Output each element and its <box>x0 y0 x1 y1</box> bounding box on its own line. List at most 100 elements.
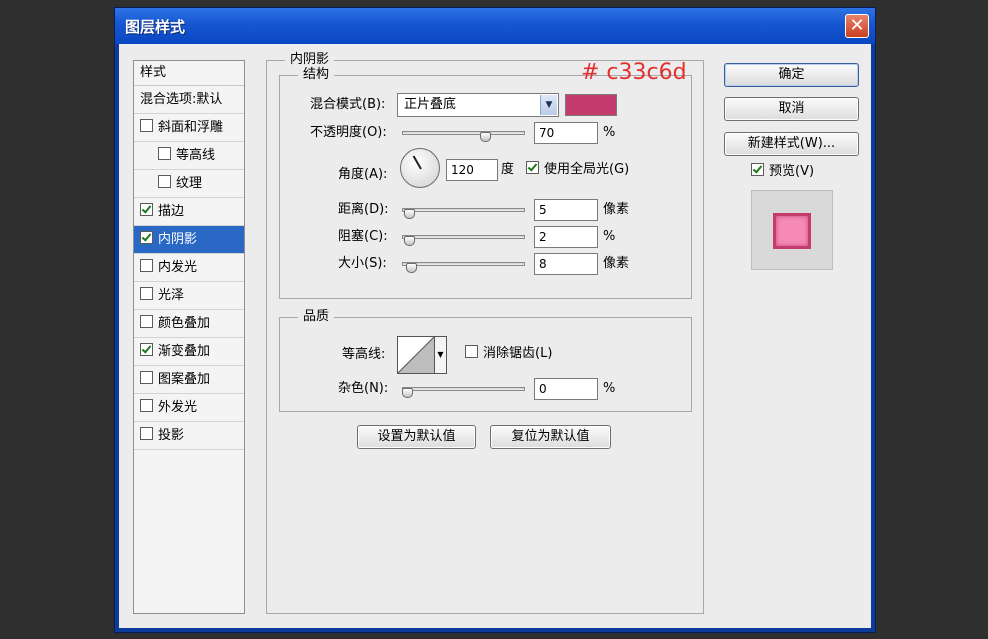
global-light-checkbox[interactable] <box>526 161 539 174</box>
opacity-unit: % <box>603 125 616 140</box>
distance-slider-thumb[interactable] <box>404 209 416 219</box>
reset-default-button[interactable]: 复位为默认值 <box>490 425 611 449</box>
style-checkbox[interactable] <box>140 231 153 244</box>
noise-input[interactable]: 0 <box>534 378 598 400</box>
antialias-checkbox[interactable] <box>465 345 478 358</box>
ok-button[interactable]: 确定 <box>724 63 859 87</box>
cancel-button[interactable]: 取消 <box>724 97 859 121</box>
style-checkbox[interactable] <box>140 287 153 300</box>
style-list-item[interactable]: 斜面和浮雕 <box>134 114 244 142</box>
styles-list: 样式 混合选项:默认斜面和浮雕等高线纹理描边内阴影内发光光泽颜色叠加渐变叠加图案… <box>133 60 245 614</box>
distance-input[interactable]: 5 <box>534 199 598 221</box>
preview-swatch <box>773 213 811 249</box>
antialias-option[interactable]: 消除锯齿(L) <box>465 344 552 364</box>
angle-unit: 度 <box>501 162 515 177</box>
style-checkbox[interactable] <box>140 203 153 216</box>
style-list-item-label: 混合选项:默认 <box>140 92 223 107</box>
style-list-item[interactable]: 颜色叠加 <box>134 310 244 338</box>
style-preview <box>751 190 833 270</box>
style-checkbox[interactable] <box>140 399 153 412</box>
style-list-item[interactable]: 内发光 <box>134 254 244 282</box>
blend-mode-value: 正片叠底 <box>404 97 457 112</box>
contour-picker[interactable] <box>397 336 435 374</box>
contour-dropdown-arrow[interactable]: ▼ <box>435 336 447 374</box>
style-list-item-label: 外发光 <box>158 400 198 415</box>
style-list-item[interactable]: 纹理 <box>134 170 244 198</box>
choke-slider-track[interactable] <box>402 235 525 239</box>
style-list-item[interactable]: 投影 <box>134 422 244 450</box>
distance-label: 距离(D): <box>338 202 389 217</box>
style-list-item-label: 内阴影 <box>158 232 198 247</box>
structure-group: 结构 混合模式(B): 正片叠底 ▼ 不透明度(O): 70 % 角度(A): … <box>279 67 692 299</box>
choke-slider-thumb[interactable] <box>404 236 416 246</box>
inner-shadow-panel: 内阴影 结构 混合模式(B): 正片叠底 ▼ 不透明度(O): 70 % 角度(… <box>266 52 704 614</box>
panel-title: 内阴影 <box>285 52 335 68</box>
size-unit: 像素 <box>603 256 630 271</box>
shadow-color-swatch[interactable] <box>565 94 617 116</box>
style-list-item-label: 光泽 <box>158 288 185 303</box>
style-list-item-label: 内发光 <box>158 260 198 275</box>
style-list-item-label: 图案叠加 <box>158 372 211 387</box>
style-list-item-label: 颜色叠加 <box>158 316 211 331</box>
style-list-item[interactable]: 描边 <box>134 198 244 226</box>
style-checkbox[interactable] <box>140 427 153 440</box>
preview-checkbox[interactable] <box>751 163 764 176</box>
style-checkbox[interactable] <box>140 371 153 384</box>
quality-group: 品质 等高线: ▼ 消除锯齿(L) 杂色(N): 0 % <box>279 309 692 412</box>
hex-color-annotation: # c33c6d <box>581 60 687 85</box>
style-list-item[interactable]: 光泽 <box>134 282 244 310</box>
distance-unit: 像素 <box>603 202 630 217</box>
style-list-item-label: 斜面和浮雕 <box>158 120 224 135</box>
angle-label: 角度(A): <box>338 167 388 182</box>
style-list-item[interactable]: 等高线 <box>134 142 244 170</box>
style-checkbox[interactable] <box>140 343 153 356</box>
structure-title: 结构 <box>298 67 335 83</box>
style-checkbox[interactable] <box>140 315 153 328</box>
noise-slider-track[interactable] <box>402 387 525 391</box>
chevron-down-icon[interactable]: ▼ <box>540 95 557 115</box>
style-list-item-label: 纹理 <box>176 176 203 191</box>
style-list-item[interactable]: 混合选项:默认 <box>134 86 244 114</box>
choke-label: 阻塞(C): <box>338 229 388 244</box>
dialog-title: 图层样式 <box>125 18 186 36</box>
style-list-item[interactable]: 外发光 <box>134 394 244 422</box>
blend-mode-select[interactable]: 正片叠底 ▼ <box>397 93 559 117</box>
styles-list-header[interactable]: 样式 <box>134 61 244 86</box>
opacity-input[interactable]: 70 <box>534 122 598 144</box>
dialog-body: 样式 混合选项:默认 斜面和浮雕 等高线 纹理 描边 内阴影 内发光 光泽 颜色叠加 渐变叠加 图案… <box>119 44 871 628</box>
angle-input[interactable]: 120 <box>446 159 498 181</box>
style-list-item[interactable]: 图案叠加 <box>134 366 244 394</box>
global-light-option[interactable]: 使用全局光(G) <box>526 160 629 180</box>
choke-input[interactable]: 2 <box>534 226 598 248</box>
noise-slider-thumb[interactable] <box>402 388 413 398</box>
antialias-label: 消除锯齿(L) <box>483 346 553 361</box>
angle-dial[interactable] <box>400 148 440 188</box>
contour-curve-icon <box>398 337 434 373</box>
style-list-item[interactable]: 内阴影 <box>134 226 244 254</box>
close-icon[interactable]: ✕ <box>845 14 869 38</box>
style-list-item-label: 等高线 <box>176 148 216 163</box>
size-input[interactable]: 8 <box>534 253 598 275</box>
size-slider-track[interactable] <box>402 262 525 266</box>
opacity-slider-thumb[interactable] <box>480 132 492 142</box>
noise-unit: % <box>603 381 616 396</box>
style-list-item-label: 渐变叠加 <box>158 344 211 359</box>
contour-label: 等高线: <box>342 347 386 362</box>
new-style-button[interactable]: 新建样式(W)... <box>724 132 859 156</box>
angle-needle <box>412 155 422 170</box>
preview-label: 预览(V) <box>769 164 815 179</box>
style-list-item[interactable]: 渐变叠加 <box>134 338 244 366</box>
style-checkbox[interactable] <box>158 147 171 160</box>
size-label: 大小(S): <box>338 256 387 271</box>
opacity-slider-track[interactable] <box>402 131 525 135</box>
distance-slider-track[interactable] <box>402 208 525 212</box>
size-slider-thumb[interactable] <box>406 263 418 273</box>
style-checkbox[interactable] <box>140 119 153 132</box>
make-default-button[interactable]: 设置为默认值 <box>357 425 476 449</box>
style-checkbox[interactable] <box>140 259 153 272</box>
blend-mode-label: 混合模式(B): <box>310 97 386 112</box>
style-checkbox[interactable] <box>158 175 171 188</box>
opacity-label: 不透明度(O): <box>310 125 387 140</box>
preview-option[interactable]: 预览(V) <box>751 162 814 182</box>
title-bar[interactable]: 图层样式 ✕ <box>115 8 875 44</box>
